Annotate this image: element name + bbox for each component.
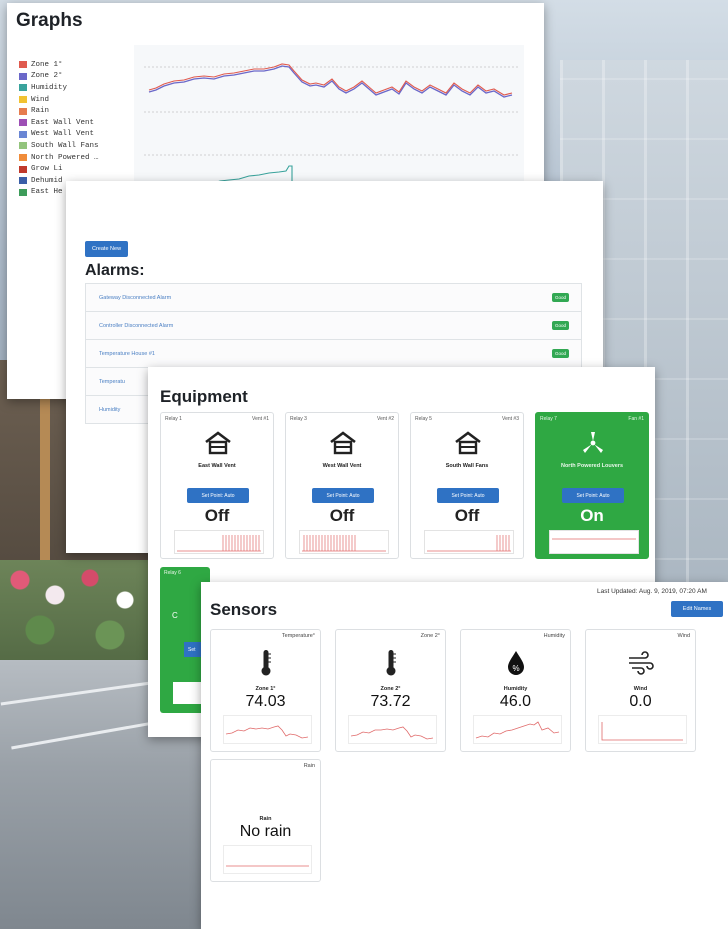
equipment-state: Off [454,506,480,525]
last-updated-text: Last Updated: Aug. 9, 2019, 07:20 AM [597,588,707,595]
equipment-state: On [580,506,604,525]
sensor-name: Zone 1° [255,686,276,692]
equipment-tag: Vent #2 [377,416,394,422]
wind-icon [629,651,654,675]
relay-label: Relay 6 [164,570,181,576]
sensor-graph[interactable]: 80 70 60 [134,45,524,193]
equipment-tag: Vent #3 [502,416,519,422]
equipment-card[interactable]: Relay 3 Vent #2 West Wall Vent Set Point… [285,412,399,559]
sensor-card[interactable]: Wind Wind 0.0 [585,629,696,752]
equipment-state: Off [204,506,230,525]
sensor-name: Rain [259,816,272,822]
legend-item[interactable]: North Powered … [19,152,99,164]
equipment-card[interactable]: Relay 7 Fan #1 North Powered Louvers Set… [535,412,649,559]
sensor-history-chart [223,715,312,744]
sensor-type: Zone 2° [420,633,440,639]
alarm-row[interactable]: Gateway Disconnected Alarm Good [85,283,582,312]
legend-item[interactable]: East Wall Vent [19,117,99,129]
sensor-type: Temperature° [281,633,315,639]
equipment-name: South Wall Fans [445,463,489,469]
sensor-history-chart [473,715,562,744]
alarms-title: Alarms: [85,262,145,279]
sensor-value: 74.03 [245,693,286,710]
equipment-name: West Wall Vent [322,463,362,469]
sensor-card[interactable]: Zone 2° Zone 2° 73.72 [335,629,446,752]
graph-legend: Zone 1° Zone 2° Humidity Wind Rain East … [19,59,99,198]
status-badge: Good [551,293,569,302]
create-new-button[interactable]: Create New [85,241,129,257]
status-badge: Good [551,321,569,330]
alarm-row[interactable]: Temperature House #1 Good [85,339,582,368]
sensor-value: No rain [239,823,292,840]
set-point-button[interactable]: Set Point: Auto [187,488,249,503]
sensor-history-chart [223,845,312,874]
legend-item[interactable]: Zone 2° [19,71,99,83]
alarm-link[interactable]: Humidity [99,407,120,413]
sensor-value: 0.0 [629,693,652,710]
vent-icon [455,431,481,455]
sensor-type: Humidity [543,633,565,639]
sensor-name: Humidity [503,686,528,692]
sensor-type: Wind [677,633,690,639]
equipment-card[interactable]: Relay 1 Vent #1 East Wall Vent Set Point… [160,412,274,559]
sensor-name: Zone 2° [380,686,401,692]
equipment-title: Equipment [160,387,248,406]
equipment-state: Off [329,506,355,525]
sensor-value: 73.72 [370,693,411,710]
sensor-history-chart [598,715,687,744]
equipment-card[interactable]: Relay 5 Vent #3 South Wall Fans Set Poin… [410,412,524,559]
set-point-button[interactable]: Set Point: Auto [437,488,499,503]
sensor-history-chart [348,715,437,744]
equipment-tag: Fan #1 [628,416,644,422]
sensor-card[interactable]: Temperature° Zone 1° 74.03 [210,629,321,752]
sensor-type: Rain [303,763,315,769]
equipment-name: C [172,611,178,620]
sensor-value: 46.0 [499,693,532,710]
set-point-button[interactable]: Set Point: Auto [312,488,374,503]
set-point-button[interactable]: Set Point: Auto [562,488,624,503]
vent-icon [205,431,231,455]
sensor-name: Wind [633,686,648,692]
legend-item[interactable]: Grow Li [19,163,99,175]
alarm-link[interactable]: Controller Disconnected Alarm [99,323,173,329]
edit-names-button[interactable]: Edit Names [671,601,723,617]
humidity-drop-icon: % [508,651,524,675]
alarm-row[interactable]: Controller Disconnected Alarm Good [85,311,582,340]
relay-label: Relay 7 [540,416,557,422]
status-badge: Good [551,349,569,358]
legend-item[interactable]: Rain [19,105,99,117]
legend-item[interactable]: Humidity [19,82,99,94]
sensors-title: Sensors [210,600,278,619]
equipment-history-chart [174,530,264,554]
thermometer-icon [261,650,271,676]
svg-text:%: % [512,664,519,673]
relay-label: Relay 5 [415,416,432,422]
legend-item[interactable]: Zone 1° [19,59,99,71]
thermometer-icon [386,650,396,676]
legend-item[interactable]: Wind [19,94,99,106]
vent-icon [330,431,356,455]
equipment-name: East Wall Vent [198,463,236,469]
equipment-history-chart [299,530,389,554]
alarm-link[interactable]: Gateway Disconnected Alarm [99,295,171,301]
sensor-card[interactable]: Humidity % Humidity 46.0 [460,629,571,752]
fan-icon [583,432,603,453]
relay-label: Relay 3 [290,416,307,422]
equipment-history-chart [549,530,639,554]
equipment-tag: Vent #1 [252,416,269,422]
sensors-panel: Last Updated: Aug. 9, 2019, 07:20 AM Edi… [201,582,728,929]
legend-item[interactable]: West Wall Vent [19,129,99,141]
graphs-title: Graphs [16,10,83,31]
sensor-card[interactable]: Rain Rain No rain [210,759,321,882]
relay-label: Relay 1 [165,416,182,422]
equipment-name: North Powered Louvers [560,463,624,469]
alarm-link[interactable]: Temperature House #1 [99,351,155,357]
legend-item[interactable]: South Wall Fans [19,140,99,152]
alarm-link[interactable]: Temperatu [99,379,125,385]
equipment-history-chart [424,530,514,554]
